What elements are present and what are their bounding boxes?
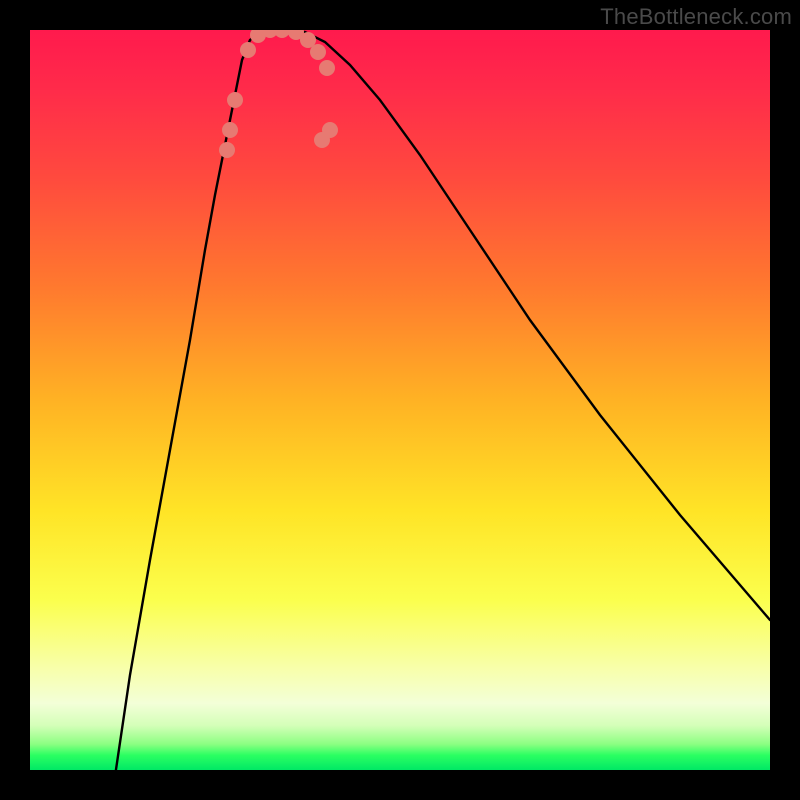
marker-dot — [310, 44, 326, 60]
bottleneck-curve — [110, 30, 770, 770]
marker-dot — [274, 30, 290, 38]
marker-dot — [227, 92, 243, 108]
watermark-text: TheBottleneck.com — [600, 4, 792, 30]
marker-dot — [222, 122, 238, 138]
marker-dot — [219, 142, 235, 158]
plot-area — [30, 30, 770, 770]
highlight-dots — [219, 30, 338, 158]
curve-layer — [30, 30, 770, 770]
marker-dot — [322, 122, 338, 138]
marker-dot — [319, 60, 335, 76]
marker-dot — [240, 42, 256, 58]
chart-frame: TheBottleneck.com — [0, 0, 800, 800]
